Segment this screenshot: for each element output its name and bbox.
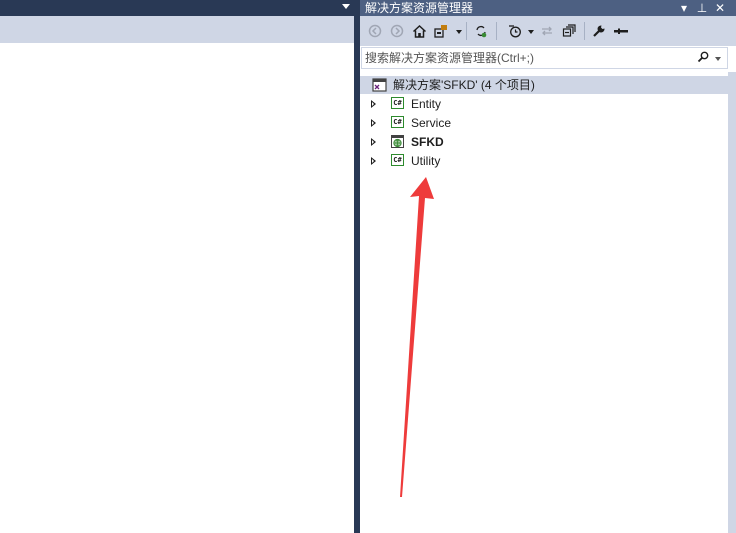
forward-icon[interactable] <box>388 22 406 40</box>
solution-tree: 解决方案'SFKD' (4 个项目) C# Entity C# Service … <box>360 72 728 533</box>
toolbar-separator <box>496 22 497 40</box>
collapse-all-icon[interactable] <box>560 22 578 40</box>
tree-item-sfkd[interactable]: SFKD <box>360 133 728 151</box>
expand-arrow-icon[interactable] <box>371 138 376 146</box>
solution-label: 解决方案'SFKD' (4 个项目) <box>393 78 535 92</box>
toolbar-separator <box>584 22 585 40</box>
web-project-icon <box>391 135 404 148</box>
tree-item-service[interactable]: C# Service <box>360 114 728 132</box>
editor-navigation-bar <box>0 16 354 43</box>
csharp-project-icon: C# <box>391 154 404 166</box>
pending-changes-filter-icon[interactable] <box>506 22 524 40</box>
editor-pane[interactable] <box>0 0 354 533</box>
preview-icon[interactable] <box>612 22 630 40</box>
project-label: Entity <box>411 97 442 111</box>
csharp-project-icon: C# <box>391 116 404 128</box>
properties-icon[interactable] <box>590 22 608 40</box>
project-label: SFKD <box>411 135 444 149</box>
sync-with-active-document-icon[interactable] <box>538 22 556 40</box>
solution-explorer-toolbar <box>360 16 736 46</box>
home-icon[interactable] <box>410 22 428 40</box>
search-options-dropdown-icon[interactable] <box>715 57 721 61</box>
toolbar-separator <box>466 22 467 40</box>
expand-arrow-icon[interactable] <box>371 157 376 165</box>
editor-tab-strip <box>0 0 354 16</box>
tree-item-utility[interactable]: C# Utility <box>360 152 728 170</box>
close-icon[interactable]: ✕ <box>712 0 728 16</box>
switch-views-dropdown-icon[interactable] <box>456 30 462 34</box>
expand-arrow-icon[interactable] <box>371 100 376 108</box>
solution-explorer-title-bar: 解决方案资源管理器 ▾ ⊥ ✕ <box>360 0 736 16</box>
solution-explorer-panel: 解决方案资源管理器 ▾ ⊥ ✕ 搜索解决方案资源管理器(Ctrl+;) 解决方案… <box>360 0 736 533</box>
project-label: Service <box>411 116 452 130</box>
switch-views-icon[interactable] <box>432 22 450 40</box>
solution-icon <box>372 78 387 92</box>
tab-dropdown-icon[interactable] <box>342 4 350 9</box>
vertical-scrollbar[interactable] <box>728 72 736 533</box>
tree-item-entity[interactable]: C# Entity <box>360 95 728 113</box>
expand-arrow-icon[interactable] <box>371 119 376 127</box>
search-icon[interactable] <box>697 51 709 66</box>
back-icon[interactable] <box>366 22 384 40</box>
panel-title: 解决方案资源管理器 <box>365 1 474 15</box>
project-label: Utility <box>411 154 441 168</box>
csharp-project-icon: C# <box>391 97 404 109</box>
filter-dropdown-icon[interactable] <box>528 30 534 34</box>
search-input[interactable] <box>365 50 685 66</box>
pin-icon[interactable]: ⊥ <box>694 0 710 16</box>
sync-icon[interactable] <box>472 22 490 40</box>
window-position-menu-icon[interactable]: ▾ <box>676 0 692 16</box>
solution-root-node[interactable]: 解决方案'SFKD' (4 个项目) <box>360 76 728 94</box>
search-box[interactable] <box>361 47 728 69</box>
